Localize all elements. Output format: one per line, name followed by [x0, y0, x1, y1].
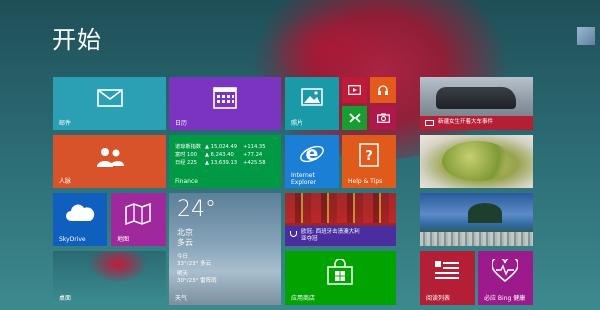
travel-photo-city — [420, 232, 533, 246]
tile-health[interactable]: 必应 Bing 健康 — [478, 251, 533, 305]
tile-reading-list[interactable]: 阅读列表 — [420, 251, 475, 305]
tile-skydrive[interactable]: SkyDrive — [53, 193, 107, 246]
ie-icon: e — [298, 141, 326, 167]
tile-help-tips[interactable]: ? Help & Tips — [342, 135, 396, 188]
tile-label: 阅读列表 — [426, 295, 451, 302]
tile-label: 天气 — [175, 295, 188, 302]
finance-index-value: ▲ 13,639.13 — [205, 160, 238, 166]
maps-icon — [124, 202, 152, 226]
heart-health-icon — [491, 258, 519, 284]
tile-music[interactable] — [370, 77, 396, 103]
store-icon — [325, 258, 355, 286]
tile-label: 桌面 — [59, 295, 72, 302]
tile-video[interactable] — [342, 77, 367, 103]
tile-mail[interactable]: 邮件 — [53, 77, 166, 130]
tile-people[interactable]: 人脉 — [53, 135, 166, 188]
music-icon — [370, 77, 396, 103]
weather-today-forecast: 33°/23° 多云 — [177, 261, 212, 267]
start-title: 开始 — [52, 26, 102, 54]
tile-store[interactable]: 应用商店 — [285, 251, 396, 305]
finance-table: 道琼斯指数 ▲ 15,024.49 +114.35 富时 100 ▲ 6,243.40… — [175, 143, 266, 167]
tile-label-line2: Explorer — [291, 179, 316, 186]
news-photo-car — [436, 87, 516, 109]
tile-weather[interactable]: 24° 北京 多云 今日 33°/23° 多云 明天 30°/23° 雷阵雨 天… — [169, 193, 281, 305]
tile-label: 人脉 — [59, 178, 72, 185]
tile-label: 邮件 — [59, 120, 72, 127]
finance-row: 道琼斯指数 ▲ 15,024.49 +114.35 — [175, 143, 266, 151]
tile-news[interactable]: 新疆女生开着大车事件 — [420, 77, 533, 130]
finance-index-change: +77.24 — [243, 152, 263, 158]
finance-index-value: ▲ 6,243.40 — [205, 152, 234, 158]
tile-label: 应用商店 — [291, 295, 316, 302]
tile-label: 日历 — [175, 120, 188, 127]
photos-icon — [300, 87, 324, 107]
news-caption: 新疆女生开着大车事件 — [438, 119, 494, 125]
camera-icon — [370, 106, 396, 130]
sports-photo-players — [285, 193, 396, 223]
sports-caption-line2: 亚夺冠 — [301, 236, 318, 242]
tile-finance[interactable]: 道琼斯指数 ▲ 15,024.49 +114.35 富时 100 ▲ 6,243.40… — [169, 135, 281, 188]
tile-travel[interactable] — [420, 193, 533, 246]
weather-temperature: 24° — [177, 197, 216, 222]
finance-index-name: 富时 100 — [175, 152, 197, 158]
reading-list-icon — [433, 259, 461, 283]
tile-label: Finance — [175, 178, 198, 185]
sports-caption-line1: 欧冠: 西班牙击溃澳大利 — [301, 229, 360, 235]
skydrive-icon — [63, 202, 97, 224]
food-photo-pasta — [442, 141, 512, 181]
weather-tomorrow-forecast: 30°/23° 雷阵雨 — [177, 278, 217, 284]
tile-calendar[interactable]: 日历 — [169, 77, 281, 130]
svg-text:?: ? — [365, 149, 373, 164]
tile-camera[interactable] — [370, 106, 396, 130]
finance-index-change: +114.35 — [243, 144, 266, 150]
tile-label: SkyDrive — [59, 236, 86, 243]
tile-label-line1: Internet — [291, 172, 315, 179]
tile-label: 地图 — [117, 236, 130, 243]
tile-label: Help & Tips — [348, 178, 383, 185]
svg-text:e: e — [306, 143, 319, 165]
tile-label: 必应 Bing 健康 — [484, 295, 526, 302]
tile-sports[interactable]: 欧冠: 西班牙击溃澳大利 亚夺冠 — [285, 193, 396, 246]
finance-index-change: +425.58 — [243, 160, 266, 166]
tile-desktop[interactable]: 桌面 — [53, 251, 166, 305]
finance-row: 日经 225 ▲ 13,639.13 +425.58 — [175, 159, 266, 167]
finance-index-name: 日经 225 — [175, 160, 197, 166]
help-icon: ? — [357, 142, 381, 168]
people-icon — [93, 145, 127, 169]
tile-label: 照片 — [291, 120, 304, 127]
tile-maps[interactable]: 地图 — [111, 193, 166, 246]
tile-internet-explorer[interactable]: e Internet Explorer — [285, 135, 339, 188]
mail-icon — [96, 87, 124, 109]
finance-index-value: ▲ 15,024.49 — [205, 144, 238, 150]
travel-photo-mountain — [468, 203, 502, 223]
calendar-icon — [211, 85, 239, 111]
tile-label: Internet Explorer — [291, 172, 316, 186]
finance-row: 富时 100 ▲ 6,243.40 +77.24 — [175, 151, 266, 159]
user-avatar[interactable] — [577, 27, 595, 45]
tile-photos[interactable]: 照片 — [285, 77, 339, 130]
finance-index-name: 道琼斯指数 — [175, 144, 201, 150]
tile-food-drink[interactable] — [420, 135, 533, 188]
desktop-wallpaper-flower — [88, 251, 148, 283]
news-icon — [425, 120, 434, 126]
tile-games[interactable] — [342, 106, 367, 130]
weather-condition: 多云 — [177, 238, 193, 247]
games-icon — [342, 106, 367, 130]
video-icon — [342, 77, 367, 103]
